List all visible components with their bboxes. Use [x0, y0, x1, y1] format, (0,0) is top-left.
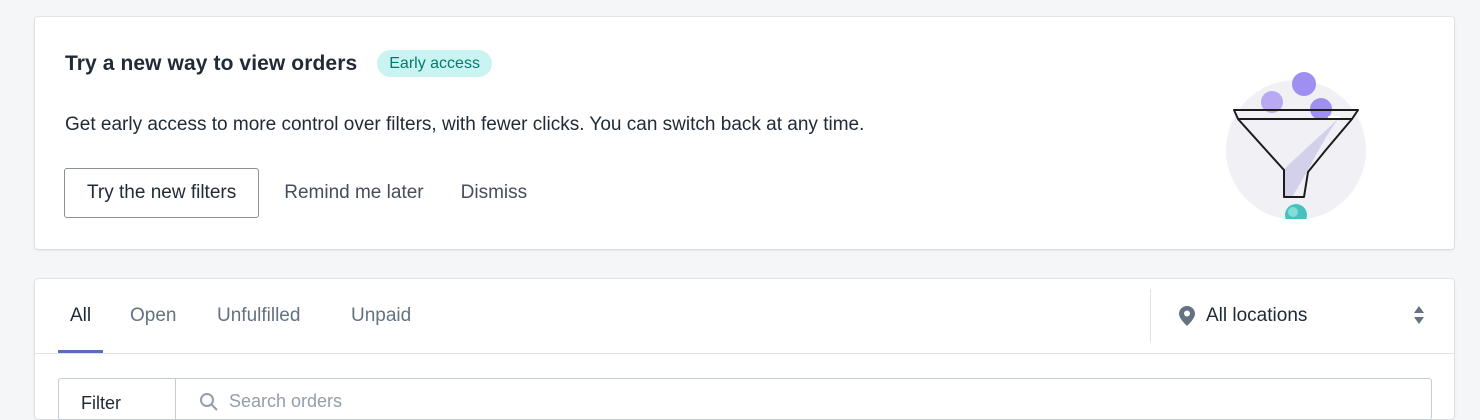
- funnel-illustration-icon: [1226, 72, 1366, 219]
- try-new-filters-button[interactable]: Try the new filters: [64, 168, 260, 218]
- banner-actions: Try the new filters Remind me later Dism…: [64, 168, 527, 218]
- select-arrows-icon: [1414, 306, 1424, 324]
- tab-unfulfilled[interactable]: Unfulfilled: [217, 279, 300, 353]
- order-tabs: All Open Unfulfilled Unpaid: [35, 279, 1150, 353]
- tab-all[interactable]: All: [58, 279, 104, 353]
- filter-search-row: Filter Search orders: [58, 378, 1432, 420]
- location-pin-icon: [1179, 305, 1195, 326]
- early-access-badge: Early access: [377, 50, 492, 77]
- filter-button[interactable]: Filter: [59, 379, 176, 419]
- location-selector[interactable]: All locations: [1150, 289, 1455, 342]
- early-access-banner: Try a new way to view orders Early acces…: [35, 17, 1454, 249]
- orders-card: All Open Unfulfilled Unpaid All location…: [35, 279, 1455, 420]
- location-label: All locations: [1206, 304, 1308, 326]
- banner-title-row: Try a new way to view orders Early acces…: [65, 50, 492, 77]
- tabs-divider: [35, 353, 1454, 354]
- banner-description: Get early access to more control over fi…: [65, 114, 865, 135]
- tab-label: Unpaid: [351, 305, 412, 326]
- banner-title: Try a new way to view orders: [65, 51, 358, 75]
- tab-label: Open: [130, 305, 177, 326]
- remind-me-later-button[interactable]: Remind me later: [284, 182, 423, 204]
- tab-label: All: [70, 305, 92, 326]
- tab-open[interactable]: Open: [130, 279, 176, 353]
- tab-unpaid[interactable]: Unpaid: [351, 279, 411, 353]
- dismiss-button[interactable]: Dismiss: [461, 182, 528, 204]
- tab-label: Unfulfilled: [217, 305, 301, 326]
